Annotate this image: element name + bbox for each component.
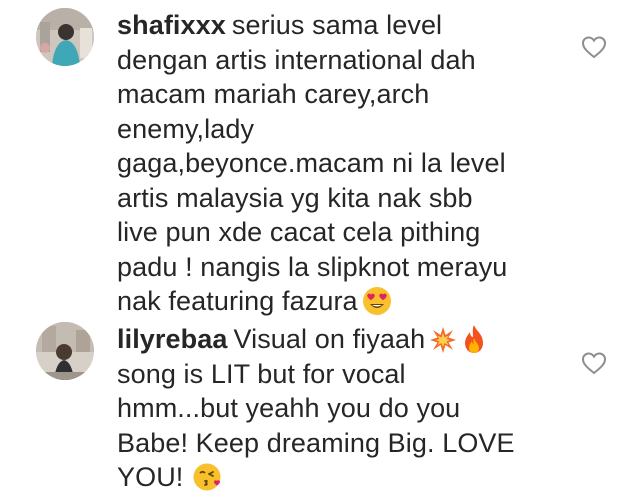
- fire-emoji: [461, 324, 487, 354]
- comment-line: song is LIT but for vocal: [117, 358, 406, 389]
- heart-outline-icon: [581, 36, 607, 59]
- comment-line: hmm...but yeahh you do you: [117, 393, 461, 423]
- comment-line: dengan artis international dah: [117, 44, 476, 75]
- comment-text: lilyrebaa Visual on fiyaah song is LIT bu…: [117, 322, 537, 495]
- avatar[interactable]: [36, 8, 94, 66]
- comment-text: shafixxx serius sama level dengan artis i…: [117, 8, 537, 319]
- avatar[interactable]: [36, 322, 94, 380]
- comment-line: artis malaysia yg kita nak sbb: [117, 182, 473, 213]
- comment-line: macam mariah carey,arch: [117, 79, 430, 109]
- heart-eyes-emoji: [362, 286, 392, 316]
- kissing-heart-emoji: [193, 462, 225, 492]
- comment-line: Babe! Keep dreaming Big. LOVE: [117, 427, 515, 458]
- comment-last-line: YOU!: [117, 460, 537, 495]
- comment-username[interactable]: lilyrebaa: [117, 324, 227, 354]
- comment-line: gaga,beyonce.macam ni la level: [117, 148, 506, 178]
- heart-outline-icon: [581, 352, 607, 375]
- comment-first-line: shafixxx serius sama level: [117, 8, 537, 43]
- comment-line: Visual on fiyaah: [233, 324, 426, 354]
- comment-line: serius sama level: [231, 10, 443, 40]
- comment-line: live pun xde cacat cela pithing: [117, 217, 481, 247]
- comment-username[interactable]: shafixxx: [117, 10, 226, 40]
- comment-last-line: nak featuring fazura: [117, 284, 537, 319]
- comment-line: padu ! nangis la slipknot merayu: [117, 251, 508, 282]
- comment-line: nak featuring fazura: [117, 286, 358, 316]
- collision-emoji: [429, 326, 457, 354]
- like-button[interactable]: [581, 351, 607, 375]
- comment-line: enemy,lady: [117, 113, 255, 144]
- like-button[interactable]: [581, 35, 607, 59]
- comment-line: YOU!: [117, 462, 184, 492]
- comment-first-line: lilyrebaa Visual on fiyaah: [117, 322, 537, 357]
